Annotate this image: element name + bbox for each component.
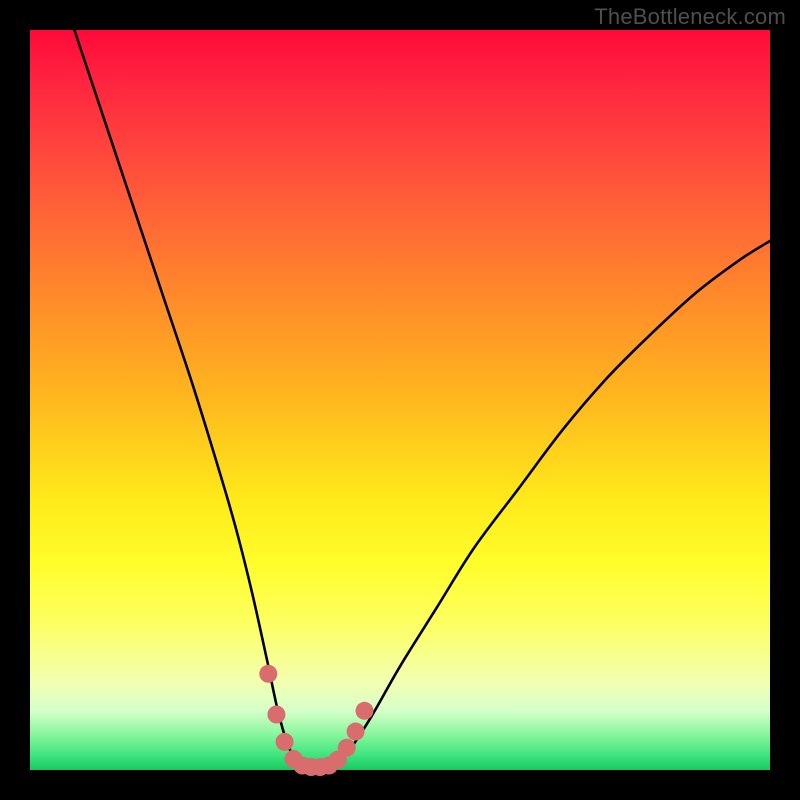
optimal-dot bbox=[347, 723, 365, 741]
chart-area bbox=[30, 30, 770, 770]
optimal-dot bbox=[259, 665, 277, 683]
optimal-dot bbox=[276, 733, 294, 751]
optimal-dot bbox=[355, 702, 373, 720]
bottleneck-curve bbox=[74, 30, 770, 767]
optimal-range-dots bbox=[259, 665, 373, 776]
optimal-dot bbox=[338, 739, 356, 757]
chart-svg bbox=[30, 30, 770, 770]
watermark-text: TheBottleneck.com bbox=[594, 4, 786, 30]
optimal-dot bbox=[267, 706, 285, 724]
